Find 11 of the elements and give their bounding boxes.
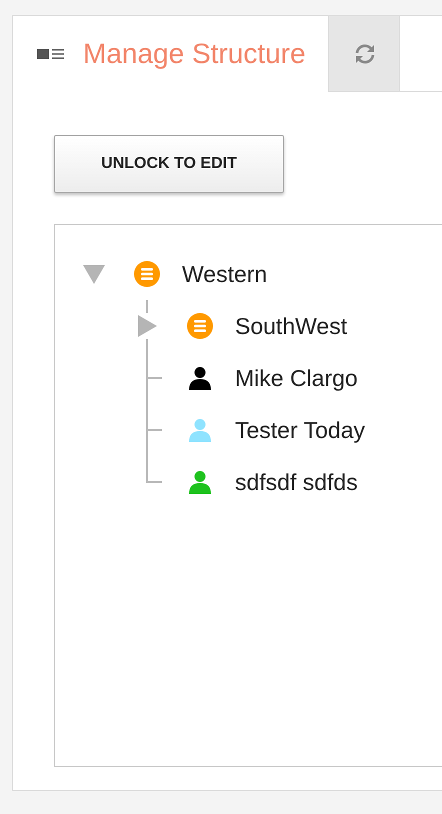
tree-node-label[interactable]: Western [182, 260, 268, 288]
tree-node-label[interactable]: Tester Today [235, 416, 365, 444]
collapse-triangle-icon[interactable] [82, 262, 106, 286]
expand-triangle-icon[interactable] [135, 314, 159, 338]
tree-node-label[interactable]: sdfsdf sdfds [235, 468, 358, 496]
list-icon [37, 48, 65, 60]
refresh-tab[interactable] [328, 16, 400, 91]
tree-node-label[interactable]: Mike Clargo [235, 364, 358, 392]
unlock-to-edit-button[interactable]: UNLOCK TO EDIT [54, 135, 284, 193]
tree-node-label[interactable]: SouthWest [235, 312, 348, 340]
refresh-icon [352, 42, 377, 66]
